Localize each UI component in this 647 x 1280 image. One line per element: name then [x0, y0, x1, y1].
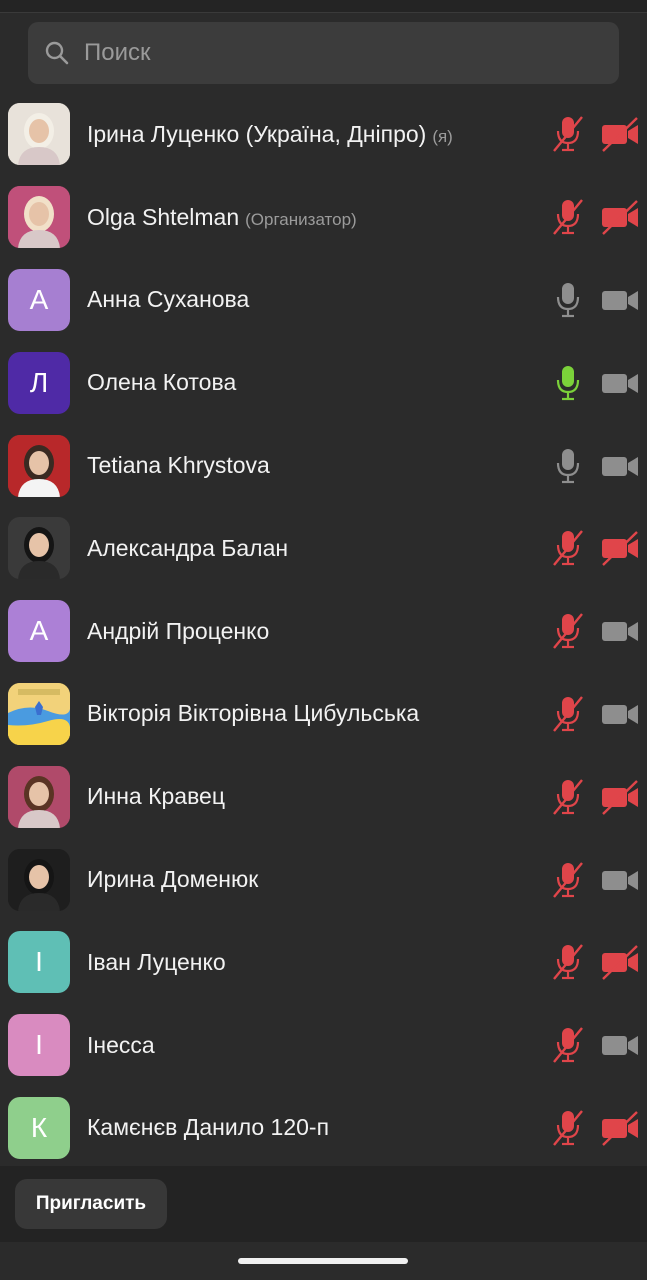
participant-list: Ірина Луценко (Україна, Дніпро) (я) Olga S…	[0, 93, 647, 1169]
participant-name: Іван Луценко	[87, 949, 226, 976]
participant-name: Вікторія Вікторівна Цибульська	[87, 700, 419, 727]
participant-name: Ірина Луценко (Україна, Дніпро) (я)	[87, 121, 453, 148]
camera-icon[interactable]	[600, 611, 640, 651]
participant-role-tag: (Организатор)	[245, 209, 357, 229]
mic-muted-icon[interactable]	[551, 528, 585, 568]
mic-muted-icon[interactable]	[551, 1025, 585, 1065]
participant-name-text: Вікторія Вікторівна Цибульська	[87, 700, 420, 727]
avatar	[8, 765, 70, 828]
participant-row[interactable]: Л Олена Котова	[0, 341, 647, 424]
camera-icon[interactable]	[600, 694, 640, 734]
mic-muted-icon[interactable]	[551, 611, 585, 651]
participant-row[interactable]: І Іван Луценко	[0, 921, 647, 1004]
avatar: І	[8, 931, 70, 994]
participant-name: Olga Shtelman (Организатор)	[87, 204, 357, 231]
avatar	[8, 682, 70, 745]
mic-muted-icon[interactable]	[551, 942, 585, 982]
participant-row[interactable]: Olga Shtelman (Организатор)	[0, 176, 647, 259]
participant-row[interactable]: Ірина Луценко (Україна, Дніпро) (я)	[0, 93, 647, 176]
camera-off-icon[interactable]	[600, 942, 640, 982]
camera-off-icon[interactable]	[600, 528, 640, 568]
system-nav-bar	[0, 1242, 647, 1280]
participant-name: Ирина Доменюк	[87, 866, 258, 893]
participant-name-text: Инна Кравец	[87, 783, 226, 810]
participant-name-text: Камєнєв Данило 120-п	[87, 1114, 330, 1141]
mic-muted-icon[interactable]	[551, 114, 585, 154]
avatar: А	[8, 268, 70, 331]
avatar: А	[8, 600, 70, 663]
participant-name: Анна Суханова	[87, 286, 249, 313]
participant-name-text: Андрій Проценко	[87, 617, 270, 644]
avatar-initial: А	[29, 615, 49, 647]
avatar	[8, 517, 70, 580]
participant-name: Олена Котова	[87, 369, 236, 396]
bottom-bar: Пригласить	[0, 1166, 647, 1242]
camera-off-icon[interactable]	[600, 1108, 640, 1148]
camera-icon[interactable]	[600, 860, 640, 900]
camera-off-icon[interactable]	[600, 114, 640, 154]
camera-icon[interactable]	[600, 280, 640, 320]
avatar-initial: І	[35, 1029, 43, 1061]
participant-name-text: Іван Луценко	[87, 948, 226, 975]
avatar	[8, 848, 70, 911]
avatar: І	[8, 1014, 70, 1077]
participant-name-text: Александра Балан	[87, 534, 289, 561]
participant-row[interactable]: А Анна Суханова	[0, 259, 647, 342]
mic-muted-icon[interactable]	[551, 777, 585, 817]
avatar-initial: І	[35, 946, 43, 978]
mic-icon[interactable]	[551, 363, 585, 403]
avatar-initial: А	[29, 283, 49, 315]
participant-role-tag: (я)	[432, 126, 453, 146]
camera-icon[interactable]	[600, 446, 640, 486]
participant-name: Инна Кравец	[87, 783, 225, 810]
home-indicator[interactable]	[238, 1258, 408, 1264]
avatar: Л	[8, 351, 70, 414]
camera-icon[interactable]	[600, 363, 640, 403]
mic-icon[interactable]	[551, 446, 585, 486]
avatar	[8, 434, 70, 497]
search-input[interactable]: Поиск	[84, 39, 151, 67]
participant-row[interactable]: Александра Балан	[0, 507, 647, 590]
participant-row[interactable]: К Камєнєв Данило 120-п	[0, 1087, 647, 1170]
camera-off-icon[interactable]	[600, 777, 640, 817]
participant-name-text: Olga Shtelman	[87, 203, 240, 230]
mic-muted-icon[interactable]	[551, 1108, 585, 1148]
avatar	[8, 186, 70, 249]
search-bar[interactable]: Поиск	[28, 22, 619, 84]
participant-row[interactable]: Вікторія Вікторівна Цибульська	[0, 673, 647, 756]
participant-row[interactable]: А Андрій Проценко	[0, 590, 647, 673]
participant-row[interactable]: Tetiana Khrystova	[0, 424, 647, 507]
mic-muted-icon[interactable]	[551, 860, 585, 900]
participant-name-text: Олена Котова	[87, 369, 237, 396]
search-icon	[45, 41, 69, 65]
mic-muted-icon[interactable]	[551, 694, 585, 734]
avatar	[8, 103, 70, 166]
participant-row[interactable]: Инна Кравец	[0, 755, 647, 838]
participant-name-text: Ірина Луценко (Україна, Дніпро)	[87, 120, 427, 147]
top-divider	[0, 0, 647, 13]
camera-off-icon[interactable]	[600, 197, 640, 237]
participant-name: Tetiana Khrystova	[87, 452, 270, 479]
participant-name: Камєнєв Данило 120-п	[87, 1114, 329, 1141]
participant-name: Андрій Проценко	[87, 618, 269, 645]
avatar-initial: К	[30, 1111, 48, 1143]
participant-row[interactable]: І Інесса	[0, 1004, 647, 1087]
participant-name: Інесса	[87, 1032, 155, 1059]
participant-name-text: Ирина Доменюк	[87, 866, 259, 893]
participant-name-text: Tetiana Khrystova	[87, 452, 270, 479]
camera-icon[interactable]	[600, 1025, 640, 1065]
mic-icon[interactable]	[551, 280, 585, 320]
participant-name-text: Інесса	[87, 1031, 155, 1058]
participant-row[interactable]: Ирина Доменюк	[0, 838, 647, 921]
avatar: К	[8, 1096, 70, 1159]
participant-name: Александра Балан	[87, 535, 288, 562]
mic-muted-icon[interactable]	[551, 197, 585, 237]
invite-button[interactable]: Пригласить	[15, 1179, 167, 1229]
participant-name-text: Анна Суханова	[87, 286, 250, 313]
avatar-initial: Л	[29, 366, 49, 398]
